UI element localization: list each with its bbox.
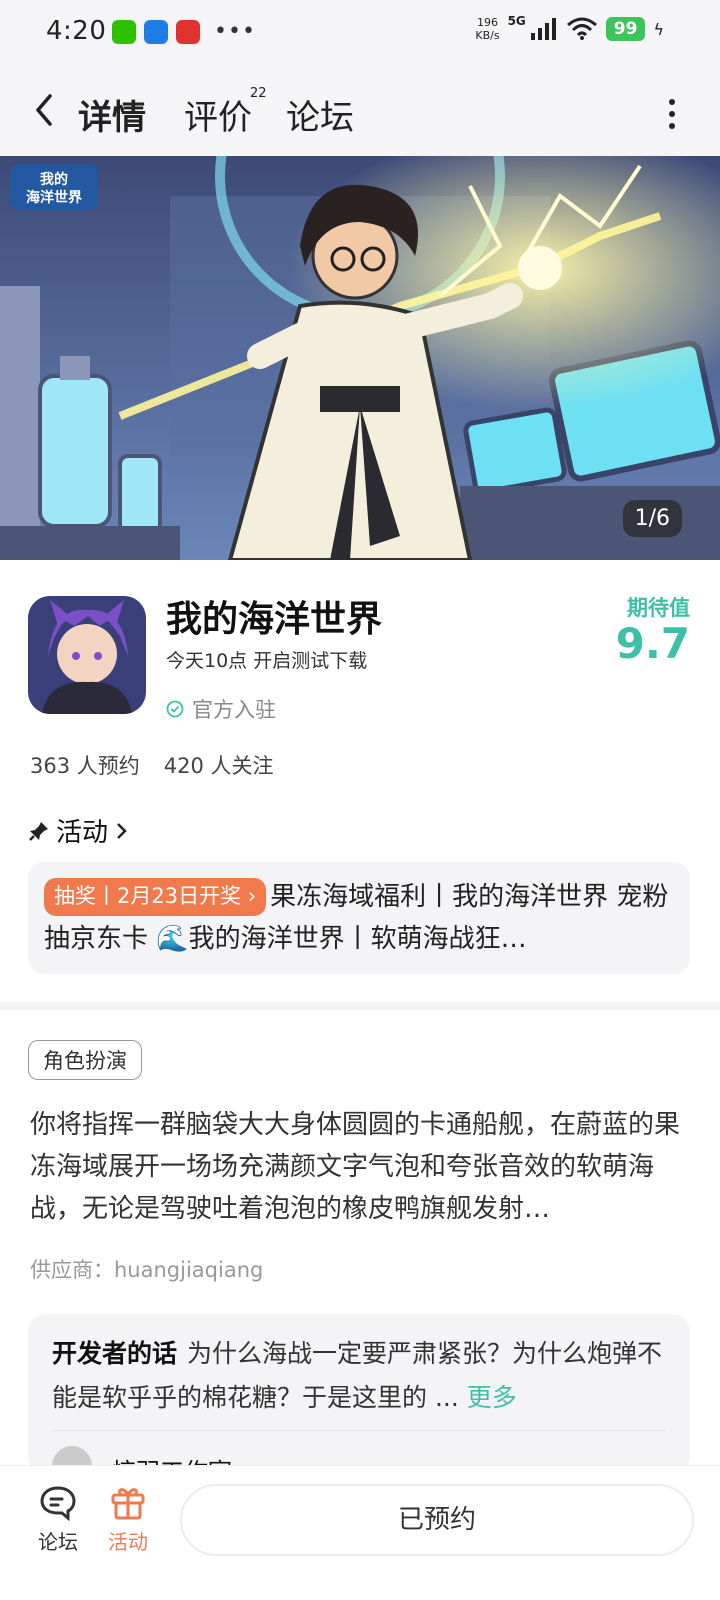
reviews-count-badge: 22 (250, 86, 267, 101)
lottery-tag[interactable]: 抽奖丨2月23日开奖 › (44, 878, 267, 916)
developer-card-divider (52, 1430, 666, 1431)
expectation-label: 期待值 (627, 596, 690, 620)
activity-heading: 活动 (56, 818, 109, 848)
developer-note-label: 开发者的话 (52, 1339, 178, 1368)
network-speed-unit: KB/s (475, 29, 500, 42)
tab-reviews-label: 评价 (184, 98, 252, 138)
status-time: 4:20 (46, 16, 107, 46)
pin-icon (29, 821, 48, 841)
tab-details[interactable]: 详情 (76, 90, 148, 138)
charging-icon: ϟ (653, 19, 664, 39)
wifi-icon (566, 17, 597, 40)
top-nav: 详情 评价 22 论坛 (0, 66, 720, 156)
lottery-tag-label: 抽奖丨2月23日开奖 (54, 884, 242, 908)
status-app-icons: ••• (112, 20, 256, 44)
bottom-activity-label: 活动 (108, 1530, 148, 1554)
bottom-action-bar: 论坛 活动 已预约 (0, 1466, 720, 1600)
reservation-count: 363 人预约 (30, 754, 140, 778)
genre-tag[interactable]: 角色扮演 (28, 1040, 142, 1080)
image-counter: 1/6 (622, 500, 682, 537)
section-divider (0, 1002, 720, 1010)
shopping-app-icon (176, 20, 200, 44)
logo-text-top: 我的 (40, 171, 68, 188)
forum-icon (40, 1486, 76, 1522)
back-button[interactable] (26, 90, 66, 130)
official-badge: 官方入驻 (166, 694, 276, 724)
travel-app-icon (144, 20, 168, 44)
supplier-info: 供应商：huangjiaqiang (30, 1258, 264, 1282)
chevron-right-icon (117, 822, 127, 839)
activity-section-header[interactable]: 活动 (28, 812, 130, 849)
game-title: 我的海洋世界 (166, 599, 383, 640)
follower-count: 420 人关注 (163, 754, 274, 778)
more-link[interactable]: 更多 (467, 1383, 517, 1412)
bottom-forum-label: 论坛 (38, 1530, 78, 1554)
status-bar: 4:20 ••• 196 KB/s 5G 99 ϟ (0, 0, 720, 66)
status-right: 196 KB/s 5G 99 ϟ (475, 14, 664, 42)
battery-indicator: 99 (605, 17, 646, 41)
game-app-icon (28, 596, 146, 714)
screenshot-carousel[interactable]: 我的 海洋世界 1/6 (0, 156, 720, 560)
tab-forum[interactable]: 论坛 (286, 90, 354, 138)
game-description[interactable]: 你将指挥一群脑袋大大身体圆圆的卡通船舰，在蔚蓝的果冻海域展开一场场充满颜文字气泡… (30, 1104, 694, 1230)
official-label: 官方入驻 (192, 698, 276, 722)
game-stats: 363 人预约 420 人关注 (30, 750, 274, 780)
more-options-button[interactable] (662, 96, 682, 132)
tab-details-label: 详情 (78, 98, 146, 138)
bottom-forum-button[interactable]: 论坛 (28, 1482, 88, 1555)
banner-illustration (0, 156, 720, 560)
gift-icon (111, 1488, 145, 1520)
network-speed: 196 KB/s (475, 16, 499, 42)
logo-text-bottom: 海洋世界 (26, 189, 83, 206)
wechat-icon (112, 20, 136, 44)
expectation-value: 9.7 (615, 619, 690, 668)
tab-forum-label: 论坛 (286, 98, 354, 138)
bottom-activity-button[interactable]: 活动 (98, 1482, 158, 1555)
developer-note: 开发者的话 为什么海战一定要严肃紧张？为什么炮弹不能是软乎乎的棉花糖？于是这里的 … (52, 1332, 666, 1420)
network-type: 5G (507, 14, 526, 28)
network-speed-value: 196 (476, 16, 498, 29)
developer-note-card[interactable]: 开发者的话 为什么海战一定要严肃紧张？为什么炮弹不能是软乎乎的棉花糖？于是这里的 … (28, 1314, 690, 1486)
tab-reviews[interactable]: 评价 (184, 90, 252, 138)
signal-icon (530, 18, 556, 40)
more-notifications-icon: ••• (214, 19, 256, 44)
game-release-info: 今天10点 开启测试下载 (166, 650, 368, 672)
verified-check-icon (166, 700, 184, 718)
game-logo: 我的 海洋世界 (10, 164, 98, 210)
reserved-button[interactable]: 已预约 (180, 1484, 694, 1556)
activity-card[interactable]: 抽奖丨2月23日开奖 › 果冻海域福利丨我的海洋世界 宠粉抽京东卡 🌊我的海洋世界… (28, 862, 690, 974)
expectation-score: 期待值 9.7 (616, 592, 690, 666)
